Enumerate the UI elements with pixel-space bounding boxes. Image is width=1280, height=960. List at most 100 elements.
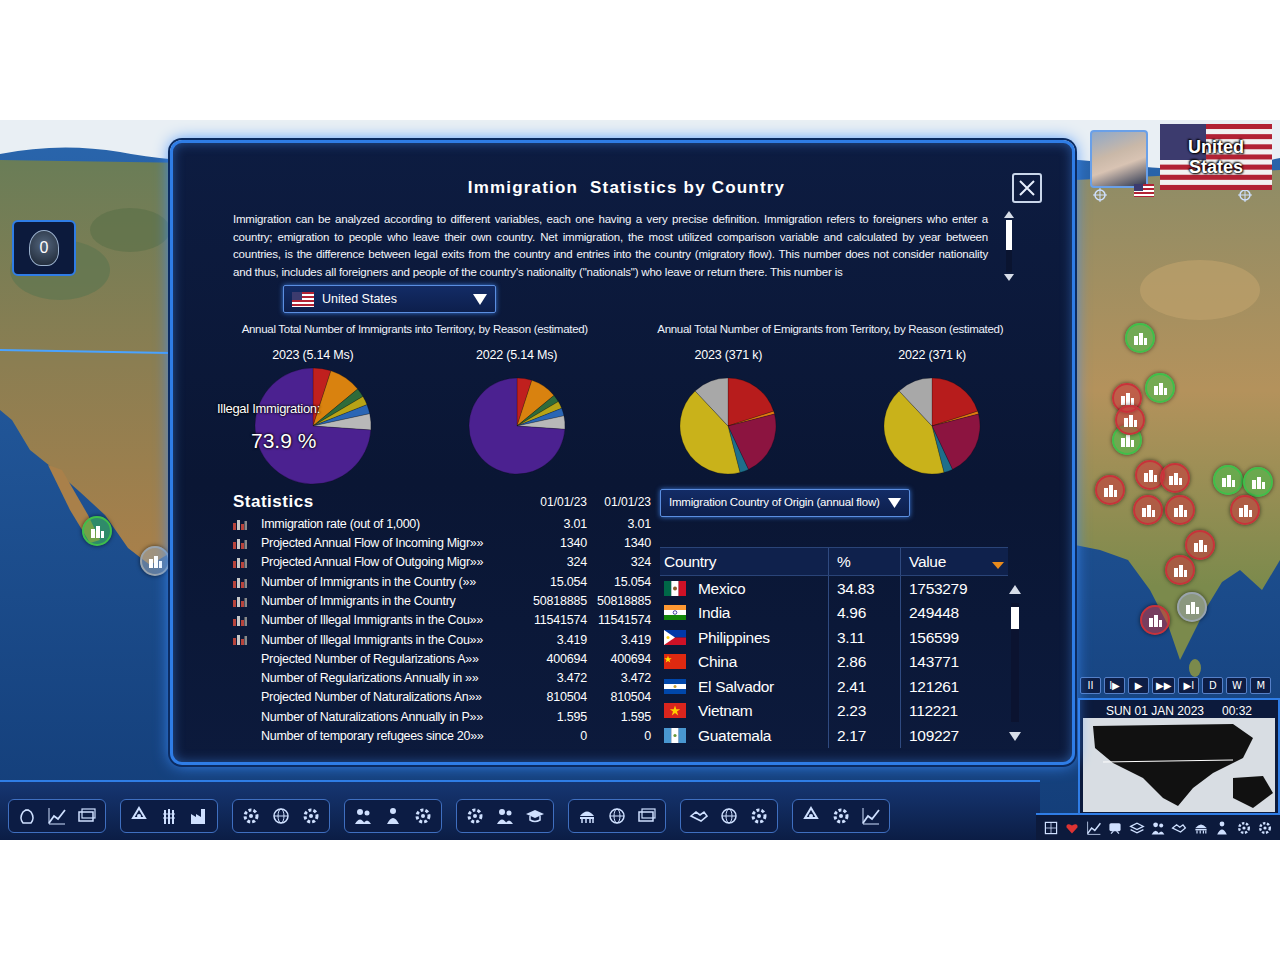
map-pin[interactable]	[1140, 605, 1170, 635]
map-pin[interactable]	[1230, 495, 1260, 525]
toolbar-button[interactable]	[605, 804, 629, 828]
toolbar-button[interactable]	[635, 804, 659, 828]
toolbar-button[interactable]	[299, 804, 323, 828]
map-pin[interactable]	[1177, 592, 1207, 622]
map-pin[interactable]	[1243, 467, 1273, 497]
stat-row[interactable]: Projected Number of Regularizations A»»4…	[233, 650, 651, 669]
table-row[interactable]: Philippines3.11156599	[660, 625, 1008, 650]
quick-button[interactable]	[1085, 819, 1102, 837]
toolbar-button[interactable]	[717, 804, 741, 828]
toolbar-button[interactable]	[45, 804, 69, 828]
stat-row[interactable]: Projected Annual Flow of Incoming Migr»»…	[233, 534, 651, 553]
quick-button[interactable]	[1214, 819, 1231, 837]
pie[interactable]	[467, 376, 567, 476]
map-pin[interactable]	[140, 546, 170, 576]
map-pin[interactable]	[1160, 463, 1190, 493]
stat-row[interactable]: Immigration rate (out of 1,000)3.013.01	[233, 515, 651, 534]
map-pin[interactable]	[1185, 530, 1215, 560]
time-button[interactable]: D	[1202, 677, 1223, 694]
quick-button[interactable]	[1192, 819, 1209, 837]
toolbar-button[interactable]	[463, 804, 487, 828]
map-pin[interactable]	[1213, 465, 1243, 495]
column-header[interactable]: %	[829, 548, 901, 575]
pie-chart[interactable]: 2022 (371 k)	[830, 346, 1034, 487]
table-row[interactable]: Mexico34.831753279	[660, 576, 1008, 601]
unit-counter[interactable]: 0	[29, 230, 59, 266]
toolbar-button[interactable]	[381, 804, 405, 828]
quick-button[interactable]	[1171, 819, 1188, 837]
toolbar-button[interactable]	[157, 804, 181, 828]
toolbar-button[interactable]	[15, 804, 39, 828]
toolbar-button[interactable]	[351, 804, 375, 828]
origin-dropdown[interactable]: Immigration Country of Origin (annual fl…	[660, 489, 910, 517]
stat-row[interactable]: Projected Annual Flow of Outgoing Migr»»…	[233, 553, 651, 572]
chart-icon[interactable]	[233, 557, 261, 568]
toolbar-button[interactable]	[75, 804, 99, 828]
time-button[interactable]: I▶	[1104, 677, 1125, 694]
toolbar-button[interactable]	[187, 804, 211, 828]
table-row[interactable]: India4.96249448	[660, 601, 1008, 626]
pie-slice[interactable]	[899, 378, 932, 426]
map-pin[interactable]	[1095, 475, 1125, 505]
pie-slice[interactable]	[469, 378, 565, 474]
quick-button[interactable]	[1257, 819, 1274, 837]
description-scrollbar[interactable]	[1004, 211, 1014, 281]
quick-button[interactable]	[1063, 819, 1080, 837]
pie-slice[interactable]	[696, 378, 729, 426]
column-header[interactable]: Value	[901, 548, 1008, 575]
pie-slice[interactable]	[255, 368, 371, 484]
chart-icon[interactable]	[233, 596, 261, 607]
chart-icon[interactable]	[233, 538, 261, 549]
country-banner[interactable]: United States	[1160, 124, 1272, 190]
toolbar-button[interactable]	[269, 804, 293, 828]
stat-row[interactable]: Projected Number of Naturalizations An»»…	[233, 688, 651, 707]
toolbar-button[interactable]	[411, 804, 435, 828]
toolbar-button[interactable]	[687, 804, 711, 828]
map-pin[interactable]	[1165, 495, 1195, 525]
map-pin[interactable]	[1115, 405, 1145, 435]
quick-button[interactable]	[1235, 819, 1252, 837]
chart-icon[interactable]	[233, 615, 261, 626]
pie[interactable]	[253, 366, 373, 486]
table-scrollbar[interactable]	[1008, 547, 1022, 748]
stat-row[interactable]: Number of Immigrants in the Country (»»1…	[233, 572, 651, 591]
quick-button[interactable]	[1042, 819, 1059, 837]
close-button[interactable]	[1012, 173, 1042, 203]
table-row[interactable]: El Salvador2.41121261	[660, 674, 1008, 699]
time-button[interactable]: ▶I	[1178, 677, 1199, 694]
pie-chart[interactable]: 2022 (5.14 Ms)	[415, 346, 619, 487]
time-button[interactable]: M	[1250, 677, 1271, 694]
table-row[interactable]: China2.86143771	[660, 650, 1008, 675]
map-pin[interactable]	[1165, 555, 1195, 585]
table-row[interactable]: Vietnam2.23112221	[660, 699, 1008, 724]
pie[interactable]	[882, 376, 982, 476]
chart-icon[interactable]	[233, 634, 261, 645]
toolbar-button[interactable]	[127, 804, 151, 828]
toolbar-button[interactable]	[575, 804, 599, 828]
country-select[interactable]: United States	[283, 285, 496, 313]
toolbar-button[interactable]	[747, 804, 771, 828]
table-row[interactable]: Guatemala2.17109227	[660, 723, 1008, 748]
map-pin[interactable]	[1133, 495, 1163, 525]
map-pin[interactable]	[82, 516, 112, 546]
time-button[interactable]: W	[1226, 677, 1247, 694]
toolbar-button[interactable]	[493, 804, 517, 828]
toolbar-button[interactable]	[859, 804, 883, 828]
quick-button[interactable]	[1128, 819, 1145, 837]
quick-button[interactable]	[1106, 819, 1123, 837]
quick-button[interactable]	[1149, 819, 1166, 837]
column-header[interactable]: Country	[660, 548, 829, 575]
pie-chart[interactable]: 2023 (371 k)	[627, 346, 831, 487]
map-pin[interactable]	[1145, 373, 1175, 403]
pie-chart[interactable]: 2023 (5.14 Ms)Illegal Immigration:73.9 %	[211, 346, 415, 487]
map-pin[interactable]	[1125, 323, 1155, 353]
stat-row[interactable]: Number of Regularizations Annually in »»…	[233, 669, 651, 688]
time-button[interactable]: II	[1080, 677, 1101, 694]
stat-row[interactable]: Number of Immigrants in the Country50818…	[233, 592, 651, 611]
time-button[interactable]: ▶▶	[1152, 677, 1175, 694]
pie[interactable]	[678, 376, 778, 476]
toolbar-button[interactable]	[829, 804, 853, 828]
chart-icon[interactable]	[233, 519, 261, 530]
toolbar-button[interactable]	[523, 804, 547, 828]
leader-portrait[interactable]	[1090, 130, 1148, 188]
